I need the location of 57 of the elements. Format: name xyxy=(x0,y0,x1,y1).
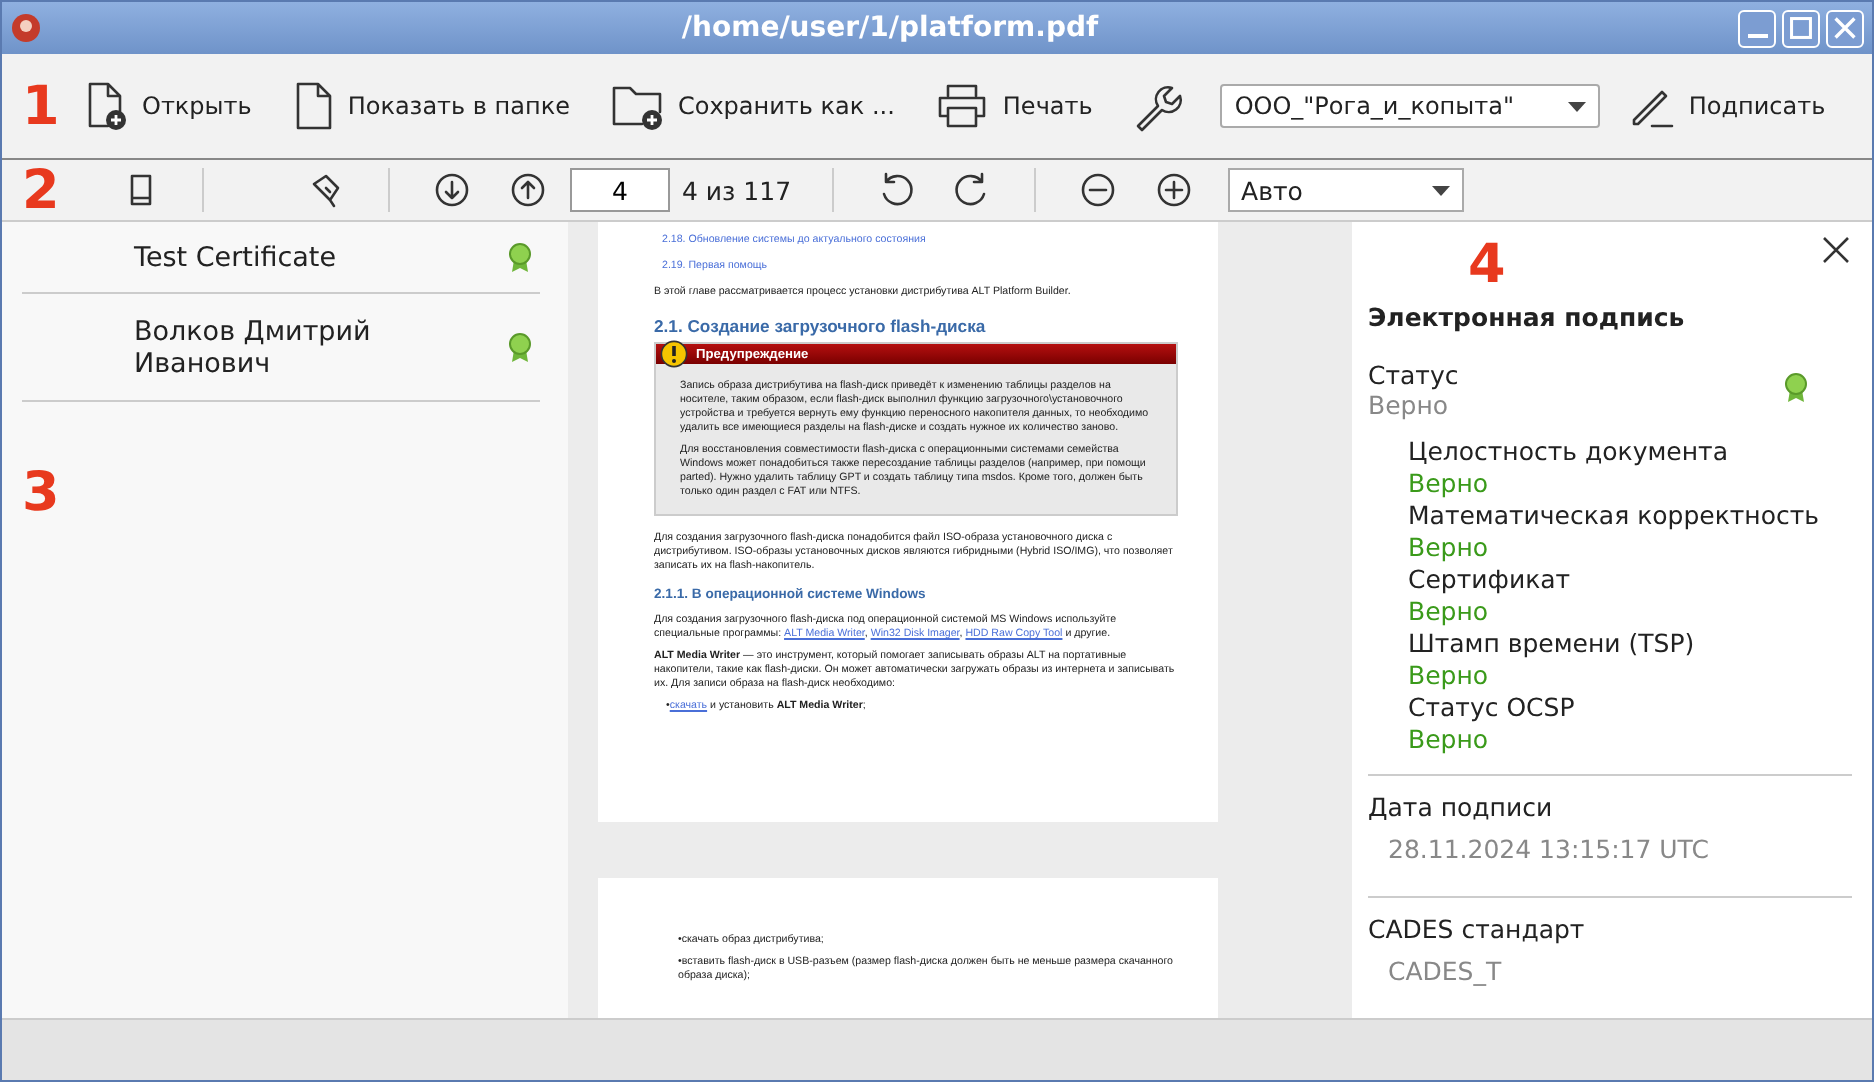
certificate-name: Волков Дмитрий Иванович xyxy=(134,315,373,379)
zoom-out-icon xyxy=(1079,172,1116,208)
minimize-button[interactable] xyxy=(1738,9,1776,47)
exclamation-icon xyxy=(660,340,688,368)
printer-icon xyxy=(934,80,991,132)
section-number: 1 xyxy=(22,75,62,137)
section-number: 3 xyxy=(22,462,62,524)
check-label: Штамп времени (TSP) xyxy=(1408,628,1697,658)
dropdown-arrow-icon xyxy=(1568,101,1587,111)
page-number-field[interactable]: 4 xyxy=(570,168,670,212)
check-result: Верно xyxy=(1408,468,1491,498)
close-icon[interactable] xyxy=(1820,234,1852,266)
zoom-in-icon xyxy=(1155,172,1192,208)
dropdown-arrow-icon xyxy=(1431,185,1450,195)
file-icon xyxy=(291,80,336,132)
status-value: Верно xyxy=(1368,390,1451,420)
zoom-dropdown[interactable]: Авто xyxy=(1227,168,1464,212)
minimize-icon xyxy=(1745,31,1769,39)
print-button[interactable]: Печать xyxy=(926,72,1101,140)
organization-dropdown[interactable]: ООО_"Рога_и_копыта" xyxy=(1220,84,1601,128)
previous-page-icon xyxy=(510,172,546,208)
next-page-icon xyxy=(434,172,470,208)
close-button[interactable] xyxy=(1826,9,1864,47)
check-result: Верно xyxy=(1408,724,1491,754)
sign-button[interactable]: Подписать xyxy=(1620,74,1834,138)
date-label: Дата подписи xyxy=(1368,792,1555,822)
save-button[interactable]: Сохранить как ... xyxy=(601,72,903,140)
standard-label: CADES стандарт xyxy=(1368,914,1587,944)
check-label: Статус OCSP xyxy=(1408,692,1577,722)
certificate-item[interactable]: Волков Дмитрий Иванович xyxy=(22,294,540,402)
rotate-left-icon xyxy=(877,172,914,208)
check-label: Сертификат xyxy=(1408,564,1573,594)
page-count: 4 из 117 xyxy=(682,175,792,205)
folder-button[interactable]: Показать в папке xyxy=(283,72,578,140)
window-title: /home/user/1/platform.pdf xyxy=(679,12,1101,44)
status-label: Статус xyxy=(1368,360,1459,390)
section-heading: 2.1. Создание загрузочного flash-диска xyxy=(654,316,988,338)
check-label: Математическая корректность xyxy=(1408,500,1821,530)
certificate-item[interactable]: Test Certificate xyxy=(22,222,540,294)
open-button[interactable]: Открыть xyxy=(74,72,260,140)
check-result: Верно xyxy=(1408,532,1491,562)
wrench-icon xyxy=(1132,80,1185,132)
signature-icon xyxy=(308,172,344,208)
date-value: 28.11.2024 13:15:17 UTC xyxy=(1386,832,1711,868)
check-result: Верно xyxy=(1408,660,1491,690)
section-number: 2 xyxy=(22,159,62,221)
rotate-right-icon xyxy=(953,172,990,208)
standard-value: CADES_T xyxy=(1386,954,1504,990)
next-page-button[interactable] xyxy=(430,168,474,212)
check-label: Целостность документа xyxy=(1408,436,1730,466)
certificate-name: Test Certificate xyxy=(134,241,338,273)
maximize-button[interactable] xyxy=(1782,9,1820,47)
previous-page-button[interactable] xyxy=(506,168,550,212)
check-result: Верно xyxy=(1408,596,1491,626)
app-icon xyxy=(10,12,42,44)
panel-title: Электронная подпись xyxy=(1368,302,1687,332)
section-number: 4 xyxy=(1468,233,1506,295)
